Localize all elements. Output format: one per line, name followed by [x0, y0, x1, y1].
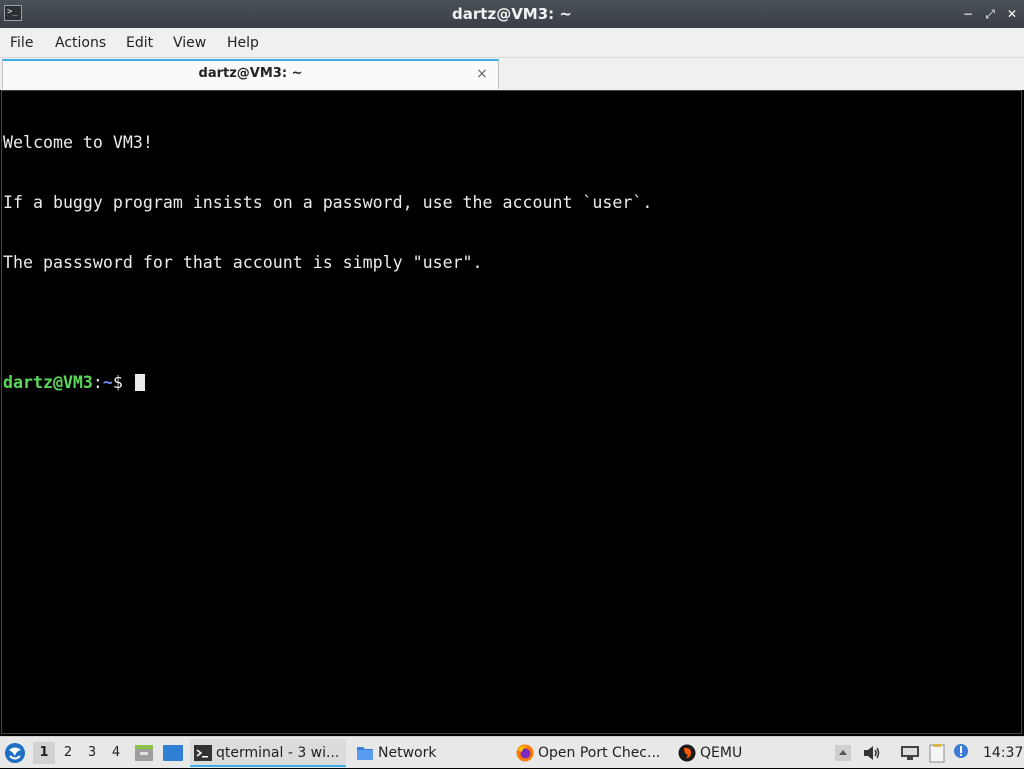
- terminal-output[interactable]: Welcome to VM3! If a buggy program insis…: [1, 90, 1022, 734]
- terminal-line: Welcome to VM3!: [3, 133, 153, 152]
- show-desktop-icon[interactable]: [163, 737, 183, 769]
- task-label: QEMU: [700, 745, 743, 761]
- restore-icon[interactable]: ⤢: [982, 6, 998, 22]
- minimize-icon[interactable]: −: [960, 6, 976, 22]
- prompt-colon: :: [92, 373, 103, 392]
- tray-arrow-icon[interactable]: [835, 737, 851, 769]
- task-qterminal[interactable]: qterminal - 3 wi...: [190, 739, 346, 767]
- terminal-icon: [194, 745, 212, 761]
- clock[interactable]: 14:37: [983, 737, 1023, 769]
- menu-help[interactable]: Help: [227, 28, 259, 58]
- task-network[interactable]: Network: [352, 739, 502, 767]
- desktop-4[interactable]: 4: [105, 742, 127, 764]
- volume-icon[interactable]: [863, 737, 881, 769]
- text-cursor: [134, 374, 145, 391]
- window-titlebar[interactable]: >_ dartz@VM3: ~ − ⤢ ✕: [0, 0, 1024, 28]
- terminal-line: The passsword for that account is simply…: [3, 253, 483, 272]
- task-label: qterminal - 3 wi...: [216, 745, 340, 761]
- tab-close-icon[interactable]: ×: [474, 65, 490, 83]
- qemu-icon: [678, 744, 696, 762]
- menu-bar: File Actions Edit View Help: [0, 28, 1024, 58]
- task-open-port-checker[interactable]: Open Port Chec...: [512, 739, 668, 767]
- window-title: dartz@VM3: ~: [452, 5, 572, 23]
- terminal-line: If a buggy program insists on a password…: [3, 193, 653, 212]
- menu-view[interactable]: View: [173, 28, 206, 58]
- file-manager-icon[interactable]: [134, 737, 154, 769]
- task-label: Open Port Chec...: [538, 745, 661, 761]
- close-icon[interactable]: ✕: [1004, 6, 1020, 22]
- update-notifier-icon[interactable]: [953, 737, 969, 769]
- desktop-2[interactable]: 2: [57, 742, 79, 764]
- taskbar: 1 2 3 4 qterminal - 3 wi... Network Open…: [0, 736, 1024, 768]
- task-label: Network: [378, 745, 437, 761]
- prompt-line[interactable]: dartz@VM3:~$: [3, 373, 1021, 393]
- menu-edit[interactable]: Edit: [126, 28, 153, 58]
- tab-terminal[interactable]: dartz@VM3: ~ ×: [2, 59, 499, 89]
- tab-label: dartz@VM3: ~: [198, 66, 303, 81]
- prompt-user-host: dartz@VM3: [3, 373, 93, 392]
- menu-actions[interactable]: Actions: [55, 28, 106, 58]
- folder-icon: [357, 747, 373, 760]
- network-status-icon[interactable]: [900, 737, 920, 769]
- start-menu-icon[interactable]: [4, 737, 28, 769]
- menu-file[interactable]: File: [10, 28, 33, 58]
- task-qemu[interactable]: QEMU: [674, 739, 804, 767]
- firefox-icon: [516, 744, 534, 762]
- clipboard-icon[interactable]: [927, 737, 947, 769]
- prompt-symbol: $: [112, 373, 133, 392]
- tab-bar: dartz@VM3: ~ ×: [0, 58, 1024, 90]
- desktop-3[interactable]: 3: [81, 742, 103, 764]
- desktop-1[interactable]: 1: [33, 742, 55, 764]
- prompt-path: ~: [102, 373, 113, 392]
